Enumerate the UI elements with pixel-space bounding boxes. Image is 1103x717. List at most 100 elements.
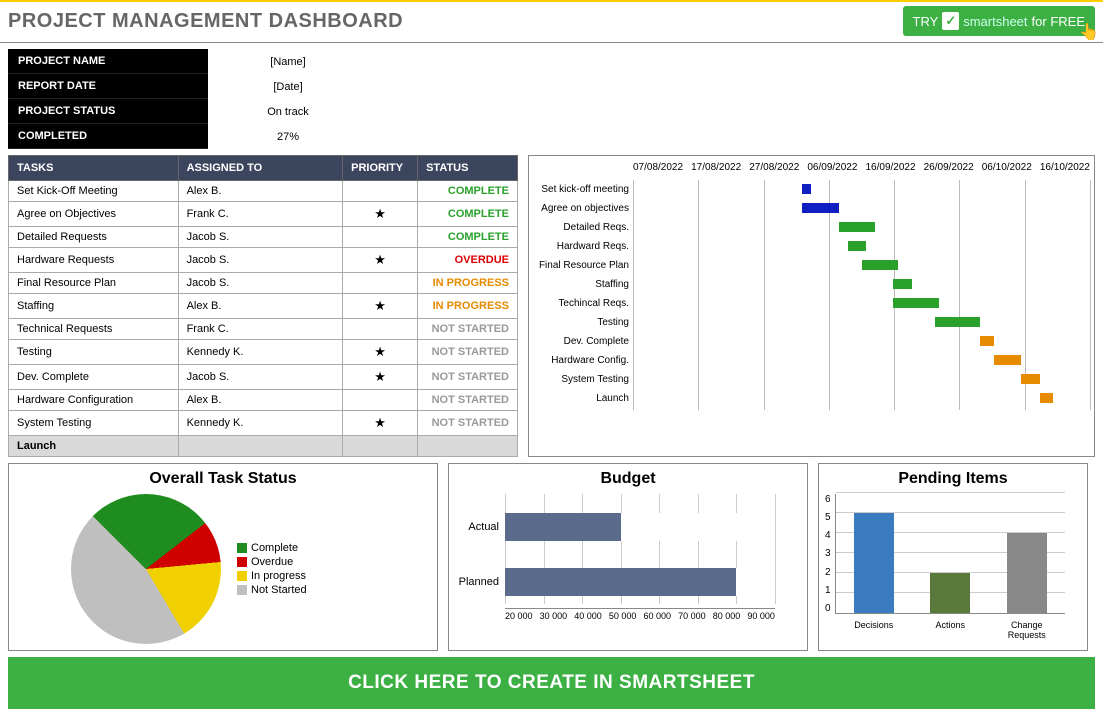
gantt-bar — [862, 260, 899, 270]
legend-swatch — [237, 585, 247, 595]
gantt-bar — [980, 336, 994, 346]
status-cell: NOT STARTED — [418, 319, 518, 340]
gantt-bar — [935, 317, 981, 327]
budget-tick: 40 000 — [574, 611, 602, 621]
value-report-date: [Date] — [208, 81, 368, 93]
pending-title: Pending Items — [825, 470, 1081, 488]
value-project-name: [Name] — [208, 56, 368, 68]
assigned-cell: Alex B. — [178, 390, 343, 411]
priority-cell — [343, 319, 418, 340]
gantt-row: Dev. Complete — [533, 332, 1090, 351]
cursor-icon: 👆 — [1079, 22, 1099, 42]
task-cell: Hardware Configuration — [9, 390, 179, 411]
launch-cell: Launch — [9, 436, 179, 457]
priority-cell — [343, 181, 418, 202]
gantt-row: Hardware Config. — [533, 351, 1090, 370]
budget-tick: 60 000 — [644, 611, 672, 621]
th-assigned: ASSIGNED TO — [178, 156, 343, 181]
label-completed: COMPLETED — [8, 124, 208, 149]
table-row: Agree on Objectives Frank C. ★ COMPLETE — [9, 202, 518, 227]
gantt-bar — [893, 298, 939, 308]
assigned-cell: Jacob S. — [178, 227, 343, 248]
pie-chart-box: Overall Task Status CompleteOverdueIn pr… — [8, 463, 438, 651]
table-row: Detailed Requests Jacob S. COMPLETE — [9, 227, 518, 248]
gantt-label: Final Resource Plan — [533, 260, 633, 271]
gantt-row: Testing — [533, 313, 1090, 332]
gantt-bar — [848, 241, 866, 251]
gantt-label: System Testing — [533, 374, 633, 385]
tasks-table: TASKS ASSIGNED TO PRIORITY STATUS Set Ki… — [8, 155, 518, 457]
label-project-status: PROJECT STATUS — [8, 99, 208, 124]
gantt-row: Agree on objectives — [533, 199, 1090, 218]
value-project-status: On track — [208, 106, 368, 118]
budget-tick: 50 000 — [609, 611, 637, 621]
gantt-bar — [994, 355, 1021, 365]
status-cell: NOT STARTED — [418, 365, 518, 390]
pending-ytick: 0 — [825, 603, 831, 614]
th-status: STATUS — [418, 156, 518, 181]
assigned-cell: Jacob S. — [178, 365, 343, 390]
gantt-date: 06/10/2022 — [982, 162, 1032, 173]
gantt-row: Techincal Reqs. — [533, 294, 1090, 313]
pending-ytick: 4 — [825, 530, 831, 541]
legend-label: Overdue — [251, 556, 293, 568]
table-row: Staffing Alex B. ★ IN PROGRESS — [9, 294, 518, 319]
status-cell: NOT STARTED — [418, 411, 518, 436]
gantt-chart: 07/08/202217/08/202227/08/202206/09/2022… — [528, 155, 1095, 457]
priority-cell — [343, 227, 418, 248]
gantt-bar — [893, 279, 911, 289]
gantt-date-axis: 07/08/202217/08/202227/08/202206/09/2022… — [633, 162, 1090, 173]
th-tasks: TASKS — [9, 156, 179, 181]
status-cell: OVERDUE — [418, 248, 518, 273]
launch-row: Launch — [9, 436, 518, 457]
status-cell: COMPLETE — [418, 227, 518, 248]
priority-cell: ★ — [343, 411, 418, 436]
task-cell: Dev. Complete — [9, 365, 179, 390]
task-cell: Detailed Requests — [9, 227, 179, 248]
gantt-date: 27/08/2022 — [749, 162, 799, 173]
th-priority: PRIORITY — [343, 156, 418, 181]
value-completed: 27% — [208, 131, 368, 143]
label-report-date: REPORT DATE — [8, 74, 208, 99]
budget-title: Budget — [455, 470, 801, 488]
create-smartsheet-button[interactable]: CLICK HERE TO CREATE IN SMARTSHEET — [8, 657, 1095, 709]
legend-swatch — [237, 557, 247, 567]
gantt-date: 16/10/2022 — [1040, 162, 1090, 173]
gantt-label: Hardware Config. — [533, 355, 633, 366]
task-cell: Final Resource Plan — [9, 273, 179, 294]
header: PROJECT MANAGEMENT DASHBOARD TRY ✓ smart… — [0, 0, 1103, 40]
gantt-date: 06/09/2022 — [807, 162, 857, 173]
pie-chart — [71, 494, 221, 644]
pending-ytick: 2 — [825, 567, 831, 578]
table-row: Technical Requests Frank C. NOT STARTED — [9, 319, 518, 340]
try-smartsheet-button[interactable]: TRY ✓ smartsheet for FREE 👆 — [903, 6, 1095, 36]
gantt-label: Testing — [533, 317, 633, 328]
gantt-date: 26/09/2022 — [924, 162, 974, 173]
status-cell: COMPLETE — [418, 181, 518, 202]
table-row: Testing Kennedy K. ★ NOT STARTED — [9, 340, 518, 365]
assigned-cell: Alex B. — [178, 181, 343, 202]
pending-bar-group: Actions — [920, 573, 980, 613]
assigned-cell: Jacob S. — [178, 273, 343, 294]
table-row: Final Resource Plan Jacob S. IN PROGRESS — [9, 273, 518, 294]
budget-label-planned: Planned — [455, 576, 505, 588]
priority-cell — [343, 390, 418, 411]
table-row: Hardware Configuration Alex B. NOT START… — [9, 390, 518, 411]
gantt-row: Launch — [533, 389, 1090, 408]
status-cell: NOT STARTED — [418, 340, 518, 365]
page-title: PROJECT MANAGEMENT DASHBOARD — [8, 10, 403, 33]
gantt-bar — [802, 203, 839, 213]
task-cell: Staffing — [9, 294, 179, 319]
gantt-label: Set kick-off meeting — [533, 184, 633, 195]
gantt-row: Detailed Reqs. — [533, 218, 1090, 237]
project-meta: PROJECT NAME [Name] REPORT DATE [Date] P… — [8, 49, 1103, 149]
task-cell: System Testing — [9, 411, 179, 436]
gantt-row: Set kick-off meeting — [533, 180, 1090, 199]
gantt-label: Hardward Reqs. — [533, 241, 633, 252]
budget-tick: 90 000 — [747, 611, 775, 621]
task-cell: Testing — [9, 340, 179, 365]
gantt-row: Staffing — [533, 275, 1090, 294]
gantt-bar — [1021, 374, 1039, 384]
priority-cell: ★ — [343, 294, 418, 319]
table-row: Dev. Complete Jacob S. ★ NOT STARTED — [9, 365, 518, 390]
